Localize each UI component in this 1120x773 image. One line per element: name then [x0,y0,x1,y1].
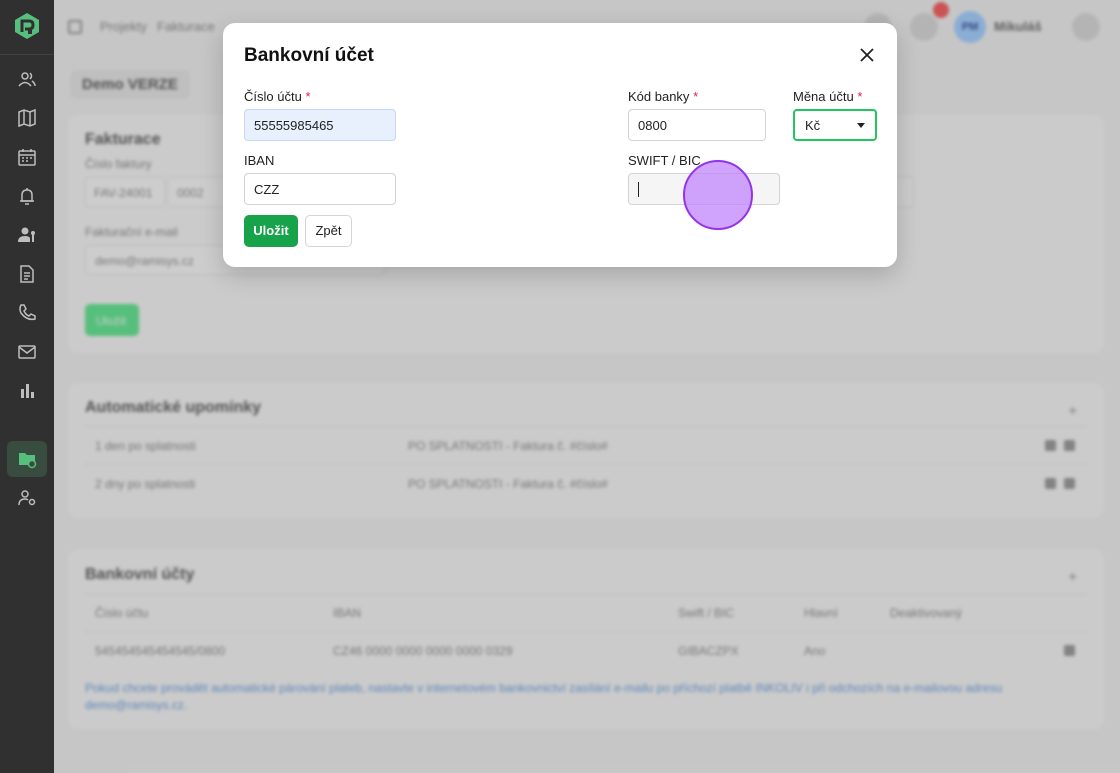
text-cursor [638,182,639,197]
save-button[interactable]: Uložit [244,215,298,247]
click-indicator [683,160,753,230]
close-icon[interactable] [857,45,877,65]
currency-label-text: Měna účtu [793,89,854,104]
bank-account-modal: Bankovní účet Číslo účtu * Kód banky * M… [223,23,897,267]
swift-label: SWIFT / BIC [628,153,701,168]
back-button[interactable]: Zpět [305,215,352,247]
bank-code-label-text: Kód banky [628,89,690,104]
account-number-label: Číslo účtu * [244,89,311,104]
required-mark: * [693,89,699,104]
modal-title: Bankovní účet [244,45,374,66]
bank-code-input[interactable] [628,109,766,141]
chevron-down-icon [857,123,865,128]
currency-select[interactable]: Kč [793,109,877,141]
currency-label: Měna účtu * [793,89,862,104]
bank-code-label: Kód banky * [628,89,698,104]
account-number-label-text: Číslo účtu [244,89,302,104]
iban-input[interactable] [244,173,396,205]
required-mark: * [857,89,863,104]
account-number-input[interactable] [244,109,396,141]
iban-label: IBAN [244,153,275,168]
required-mark: * [305,89,311,104]
currency-value: Kč [805,118,821,133]
